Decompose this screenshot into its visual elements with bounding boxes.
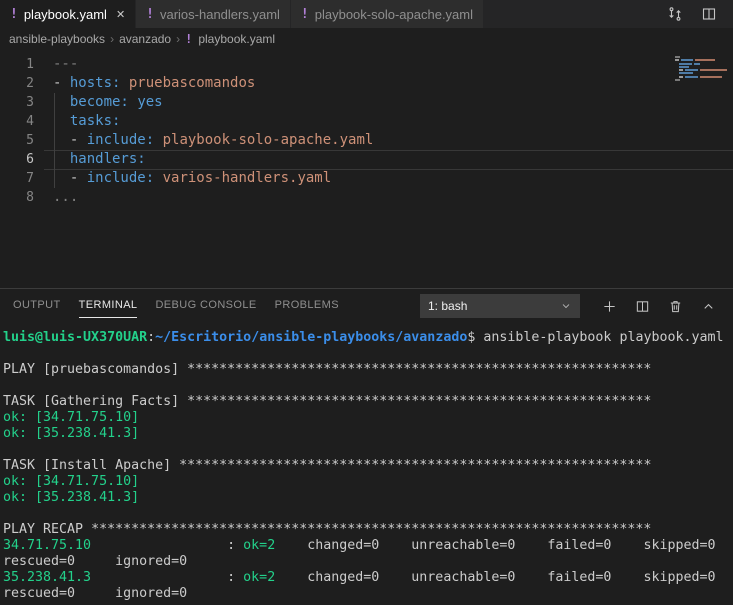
terminal-line: PLAY RECAP *****************************… — [3, 522, 652, 537]
minimap-bar — [685, 75, 698, 78]
code-line: - include: varios-handlers.yaml — [53, 170, 332, 186]
terminal-line: ok: [34.71.75.10] — [3, 474, 140, 489]
terminal-line: rescued=0 ignored=0 — [3, 554, 188, 569]
line-number: 6 — [26, 152, 34, 167]
tab-playbook-solo-apache.yaml[interactable]: ! playbook-solo-apache.yaml — [290, 0, 485, 28]
terminal-line: 35.238.41.3 : ok=2 changed=0 unreachable… — [3, 570, 716, 585]
minimap-bar — [679, 62, 692, 65]
tab-label: playbook.yaml — [23, 6, 107, 22]
code-line: become: yes — [69, 94, 163, 110]
minimap-bar — [700, 69, 727, 72]
split-terminal-icon[interactable] — [630, 294, 654, 318]
minimap-bar — [679, 65, 689, 68]
minimap-bar — [675, 59, 679, 62]
terminal-output[interactable]: luis@luis-UX370UAR:~/Escritorio/ansible-… — [0, 323, 733, 602]
line-number: 7 — [26, 171, 34, 186]
panel-tab-output[interactable]: OUTPUT — [13, 294, 61, 318]
terminal-line: TASK [Install Apache] ******************… — [3, 458, 652, 473]
tab-playbook.yaml[interactable]: ! playbook.yaml ✕ — [0, 0, 137, 28]
bottom-panel: OUTPUT TERMINAL DEBUG CONSOLE PROBLEMS 1: b… — [0, 288, 733, 605]
terminal-line: 34.71.75.10 : ok=2 changed=0 unreachable… — [3, 538, 716, 553]
panel-tabs: OUTPUT TERMINAL DEBUG CONSOLE PROBLEMS — [0, 294, 339, 318]
vscode-window: ! playbook.yaml ✕! varios-handlers.yaml! pla… — [0, 0, 733, 605]
yaml-file-icon: ! — [10, 6, 18, 22]
editor-tabs: ! playbook.yaml ✕! varios-handlers.yaml! pla… — [0, 0, 651, 28]
panel-tab-debug-console[interactable]: DEBUG CONSOLE — [155, 294, 256, 318]
chevron-right-icon: › — [176, 32, 181, 46]
terminal-line: luis@luis-UX370UAR:~/Escritorio/ansible-… — [3, 330, 724, 345]
panel-tab-terminal[interactable]: TERMINAL — [78, 294, 138, 318]
chevron-right-icon: › — [110, 32, 115, 46]
swap-editors-icon[interactable] — [665, 4, 685, 24]
code-line: tasks: — [69, 113, 121, 129]
line-number-gutter: 1 2 3 4 5 6 7 8 — [0, 55, 34, 207]
minimap-bar — [700, 75, 722, 78]
minimap-bar — [675, 79, 680, 82]
maximize-panel-icon[interactable] — [696, 294, 720, 318]
minimap-bar — [695, 59, 715, 62]
tab-label: playbook-solo-apache.yaml — [314, 6, 474, 22]
code-area[interactable]: --- - hosts: pruebascomandos become: yes … — [53, 55, 373, 207]
minimap-row — [675, 79, 731, 82]
breadcrumb[interactable]: ansible-playbooks › avanzado ›! playbook.yam… — [0, 28, 733, 50]
line-number: 4 — [26, 114, 34, 129]
editor-tab-bar: ! playbook.yaml ✕! varios-handlers.yaml! pla… — [0, 0, 733, 28]
minimap-bar — [675, 56, 680, 58]
kill-terminal-icon[interactable] — [663, 294, 687, 318]
code-line: - hosts: pruebascomandos — [53, 75, 256, 91]
line-number: 8 — [26, 190, 34, 205]
terminal-line: rescued=0 ignored=0 — [3, 586, 188, 601]
terminal-line: ok: [35.238.41.3] — [3, 426, 140, 441]
code-line: --- — [53, 56, 79, 72]
panel-actions: 1: bash — [420, 294, 733, 318]
yaml-file-icon: ! — [185, 32, 193, 46]
minimap-bar — [679, 75, 683, 78]
terminal-line: TASK [Gathering Facts] *****************… — [3, 394, 652, 409]
tab-label: varios-handlers.yaml — [159, 6, 280, 22]
new-terminal-icon[interactable] — [597, 294, 621, 318]
editor-tabbar-actions — [651, 0, 733, 28]
minimap-bar — [681, 59, 693, 62]
terminal-selector-value: 1: bash — [428, 299, 468, 313]
minimap-bar — [679, 72, 693, 75]
line-number: 3 — [26, 95, 34, 110]
terminal-selector[interactable]: 1: bash — [420, 294, 580, 318]
code-line: ... — [53, 189, 79, 205]
breadcrumb-file[interactable]: playbook.yaml — [198, 32, 275, 46]
minimap-bar — [685, 69, 698, 72]
panel-header: OUTPUT TERMINAL DEBUG CONSOLE PROBLEMS 1: b… — [0, 289, 733, 323]
yaml-file-icon: ! — [300, 6, 309, 22]
line-number: 5 — [26, 133, 34, 148]
close-icon[interactable]: ✕ — [116, 8, 125, 21]
minimap-bar — [694, 62, 700, 65]
minimap-bar — [679, 69, 683, 72]
line-number: 2 — [26, 76, 34, 91]
panel-tab-problems[interactable]: PROBLEMS — [275, 294, 339, 318]
editor[interactable]: 1 2 3 4 5 6 7 8 --- - hosts: pruebascomandos bec… — [0, 50, 733, 288]
terminal-line: ok: [34.71.75.10] — [3, 410, 140, 425]
terminal-line: ok: [35.238.41.3] — [3, 490, 140, 505]
split-editor-icon[interactable] — [699, 4, 719, 24]
code-line: - include: playbook-solo-apache.yaml — [53, 132, 374, 148]
yaml-file-icon: ! — [146, 6, 154, 22]
breadcrumb-item[interactable]: ansible-playbooks — [9, 32, 105, 46]
code-line: handlers: — [69, 151, 146, 167]
line-number: 1 — [26, 57, 34, 72]
chevron-down-icon — [562, 304, 570, 309]
minimap[interactable] — [675, 56, 731, 82]
breadcrumb-item[interactable]: avanzado — [119, 32, 171, 46]
terminal-line: PLAY [pruebascomandos] *****************… — [3, 362, 652, 377]
tab-varios-handlers.yaml[interactable]: ! varios-handlers.yaml — [136, 0, 291, 28]
